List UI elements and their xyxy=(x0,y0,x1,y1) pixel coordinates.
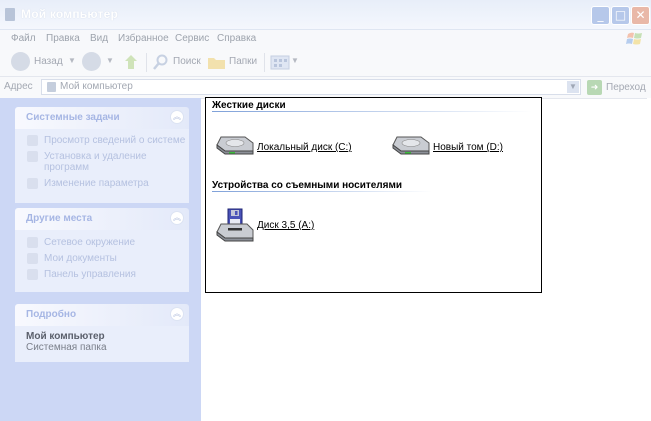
add-remove-programs-icon xyxy=(27,151,38,162)
menu-edit[interactable]: Правка xyxy=(46,33,80,44)
collapse-chevron-icon[interactable]: ︽ xyxy=(170,307,184,321)
maximize-button[interactable]: □ xyxy=(611,6,630,25)
close-button[interactable]: ✕ xyxy=(631,6,650,25)
details-item-name: Мой компьютер xyxy=(26,331,105,342)
drive-label: Новый том (D:) xyxy=(433,142,503,153)
computer-icon xyxy=(5,8,15,21)
other-places-header[interactable]: Другие места ︽ xyxy=(15,208,189,230)
drive-label: Диск 3,5 (A:) xyxy=(257,220,315,231)
other-places-title: Другие места xyxy=(26,213,93,224)
documents-folder-icon xyxy=(27,253,38,264)
window-title: Мой компьютер xyxy=(21,7,118,21)
control-panel-icon xyxy=(27,269,38,280)
back-arrow-icon[interactable] xyxy=(11,52,30,71)
task-label: Установка и удаление программ xyxy=(44,151,147,173)
group-divider xyxy=(212,111,532,112)
system-tasks-panel: Системные задачи ︽ Просмотр сведений о с… xyxy=(15,107,189,203)
place-label: Мои документы xyxy=(44,253,117,264)
place-label: Сетевое окружение xyxy=(44,237,136,248)
task-pane: Системные задачи ︽ Просмотр сведений о с… xyxy=(0,98,201,421)
task-label: Изменение параметра xyxy=(44,178,149,189)
menu-view[interactable]: Вид xyxy=(90,33,108,44)
forward-arrow-icon[interactable] xyxy=(82,52,101,71)
group-title-removable: Устройства со съемными носителями xyxy=(212,180,403,191)
other-places-panel: Другие места ︽ Сетевое окружение Мои док… xyxy=(15,208,189,292)
windows-logo-icon xyxy=(626,32,642,45)
details-body: Мой компьютер Системная папка xyxy=(15,326,189,362)
address-label: Адрес xyxy=(4,81,33,92)
title-bar[interactable]: Мой компьютер _ □ ✕ xyxy=(0,0,651,30)
address-dropdown-icon[interactable]: ▼ xyxy=(567,81,579,93)
folders-button-label[interactable]: Папки xyxy=(229,56,257,67)
go-button-label[interactable]: Переход xyxy=(606,82,646,93)
address-bar: Адрес Мой компьютер ▼ ➜ Переход xyxy=(0,77,651,99)
network-icon xyxy=(27,237,38,248)
minimize-button[interactable]: _ xyxy=(591,6,610,25)
details-item-type: Системная папка xyxy=(26,342,107,353)
hard-drive-icon xyxy=(216,136,254,155)
back-button-label[interactable]: Назад xyxy=(34,56,63,67)
search-button-label[interactable]: Поиск xyxy=(173,56,201,67)
menu-file[interactable]: Файл xyxy=(11,33,36,44)
computer-icon xyxy=(47,82,56,92)
menu-help[interactable]: Справка xyxy=(217,33,256,44)
menu-tools[interactable]: Сервис xyxy=(175,33,209,44)
search-icon[interactable] xyxy=(152,54,169,71)
place-label: Панель управления xyxy=(44,269,136,280)
file-view: Жесткие диски Локальный диск (C:) Новый … xyxy=(205,97,542,293)
system-tasks-header[interactable]: Системные задачи ︽ xyxy=(15,107,189,129)
other-places-body: Сетевое окружение Мои документы Панель у… xyxy=(15,230,189,292)
floppy-disk-icon xyxy=(216,208,254,242)
back-dropdown-icon[interactable]: ▼ xyxy=(68,56,76,65)
group-divider xyxy=(212,191,432,192)
hard-drive-icon xyxy=(392,136,430,155)
details-header[interactable]: Подробно ︽ xyxy=(15,304,189,326)
menu-bar: Файл Правка Вид Избранное Сервис Справка xyxy=(0,30,651,51)
views-icon[interactable] xyxy=(270,54,290,71)
group-title-hard-drives: Жесткие диски xyxy=(212,100,286,111)
toolbar: Назад ▼ ▼ Поиск Папки ▼ xyxy=(0,50,651,77)
toolbar-separator xyxy=(146,53,147,72)
address-value: Мой компьютер xyxy=(60,81,133,92)
system-info-icon xyxy=(27,135,38,146)
folder-up-icon[interactable] xyxy=(123,53,140,71)
toolbar-separator xyxy=(264,53,265,72)
menu-favorites[interactable]: Избранное xyxy=(118,33,169,44)
go-arrow-icon[interactable]: ➜ xyxy=(587,80,602,95)
folders-icon[interactable] xyxy=(207,54,227,71)
system-tasks-title: Системные задачи xyxy=(26,112,120,123)
forward-dropdown-icon[interactable]: ▼ xyxy=(106,56,114,65)
collapse-chevron-icon[interactable]: ︽ xyxy=(170,110,184,124)
address-field[interactable]: Мой компьютер ▼ xyxy=(41,79,581,95)
views-dropdown-icon[interactable]: ▼ xyxy=(291,56,299,65)
right-edge xyxy=(647,98,651,421)
details-title: Подробно xyxy=(26,309,77,320)
task-label: Просмотр сведений о системе xyxy=(44,135,186,146)
drive-label: Локальный диск (C:) xyxy=(257,142,352,153)
system-tasks-body: Просмотр сведений о системе Установка и … xyxy=(15,129,189,203)
change-setting-icon xyxy=(27,178,38,189)
details-panel: Подробно ︽ Мой компьютер Системная папка xyxy=(15,304,189,362)
collapse-chevron-icon[interactable]: ︽ xyxy=(170,211,184,225)
